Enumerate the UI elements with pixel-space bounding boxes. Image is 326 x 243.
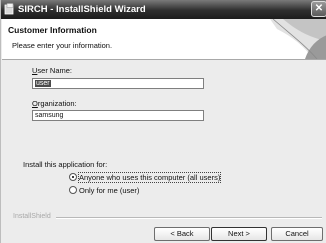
- title-bar[interactable]: SIRCH - InstallShield Wizard ✕: [1, 0, 326, 19]
- radio-unchecked-icon[interactable]: [69, 186, 77, 194]
- page-title: Customer Information: [8, 25, 97, 35]
- window-title: SIRCH - InstallShield Wizard: [18, 4, 146, 15]
- radio-checked-icon[interactable]: [69, 173, 77, 181]
- installer-window: SIRCH - InstallShield Wizard ✕ Customer …: [0, 0, 326, 243]
- install-for-label: Install this application for:: [23, 160, 108, 169]
- page-subtitle: Please enter your information.: [12, 41, 113, 50]
- installshield-brand: InstallShield: [13, 213, 51, 220]
- next-button[interactable]: Next >: [211, 227, 267, 241]
- organization-field[interactable]: samsung: [32, 110, 204, 121]
- user-name-value: user: [35, 80, 51, 87]
- back-button[interactable]: < Back: [154, 227, 210, 241]
- user-name-field[interactable]: user: [32, 78, 204, 89]
- radio-only-me[interactable]: Only for me (user): [69, 186, 139, 195]
- cancel-button[interactable]: Cancel: [271, 227, 323, 241]
- radio-all-users[interactable]: Anyone who uses this computer (all users…: [69, 172, 222, 183]
- organization-label: Organization:: [32, 99, 77, 108]
- header-art: [270, 19, 326, 59]
- app-icon: [4, 3, 14, 15]
- header-panel: Customer Information Please enter your i…: [2, 19, 326, 60]
- close-icon[interactable]: ✕: [311, 1, 326, 17]
- divider: [56, 217, 322, 219]
- radio-all-users-label: Anyone who uses this computer (all users…: [77, 172, 222, 183]
- radio-only-me-label: Only for me (user): [79, 186, 140, 195]
- user-name-label: User Name:: [32, 66, 73, 75]
- organization-value: samsung: [35, 112, 64, 119]
